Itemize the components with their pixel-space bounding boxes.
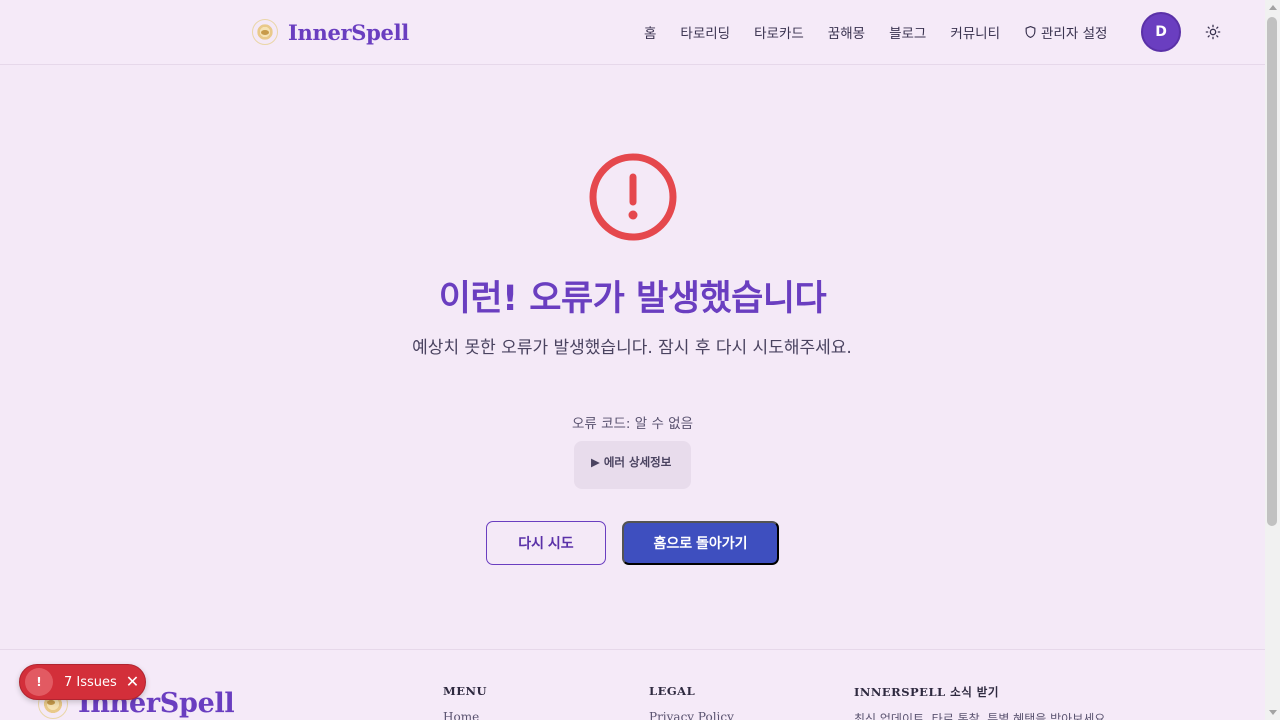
issues-badge[interactable]: ! 7 Issues ✕ <box>19 664 146 700</box>
page-scrollbar[interactable] <box>1265 0 1280 720</box>
nav-tarot-cards[interactable]: 타로카드 <box>754 22 804 42</box>
footer-menu-title: MENU <box>443 684 488 698</box>
nav-blog[interactable]: 블로그 <box>889 22 926 42</box>
footer-link-home[interactable]: Home <box>443 710 479 720</box>
error-code: 오류 코드: 알 수 없음 <box>571 416 694 432</box>
issues-count-label: 7 Issues <box>64 674 117 690</box>
nav-community[interactable]: 커뮤니티 <box>950 22 1000 42</box>
scroll-down-arrow-icon[interactable] <box>1269 710 1277 715</box>
go-home-button[interactable]: 홈으로 돌아가기 <box>622 521 779 565</box>
error-title: 이런! 오류가 발생했습니다 <box>438 279 827 319</box>
shield-icon <box>1025 25 1036 39</box>
main-nav: 홈 타로리딩 타로카드 꿈해몽 블로그 커뮤니티 관리자 설정 <box>632 0 1119 64</box>
scroll-up-arrow-icon[interactable] <box>1269 5 1277 10</box>
footer-legal-title: LEGAL <box>649 684 696 698</box>
nav-home[interactable]: 홈 <box>644 22 656 42</box>
nav-admin-settings[interactable]: 관리자 설정 <box>1024 22 1107 42</box>
nav-admin-settings-label: 관리자 설정 <box>1041 26 1108 42</box>
logo-link[interactable]: InnerSpell <box>252 17 409 47</box>
retry-button[interactable]: 다시 시도 <box>486 521 606 565</box>
issue-alert-icon: ! <box>25 668 53 696</box>
nav-tarot-reading[interactable]: 타로리딩 <box>680 22 730 42</box>
alert-circle-icon <box>588 152 678 242</box>
user-avatar[interactable]: D <box>1141 12 1181 52</box>
error-details-toggle[interactable]: ▶ 에러 상세정보 <box>574 441 691 489</box>
theme-toggle-button[interactable] <box>1203 22 1223 42</box>
nav-dream[interactable]: 꿈해몽 <box>828 22 865 42</box>
site-footer: InnerSpell MENU Home LEGAL Privacy Polic… <box>0 649 1265 720</box>
footer-newsletter-title: INNERSPELL 소식 받기 <box>854 685 999 699</box>
logo-eye-icon <box>252 19 278 45</box>
logo-text: InnerSpell <box>288 19 409 45</box>
footer-link-privacy[interactable]: Privacy Policy <box>649 710 734 720</box>
close-icon[interactable]: ✕ <box>126 674 139 690</box>
scroll-thumb[interactable] <box>1267 17 1277 526</box>
footer-newsletter-text: 최신 업데이트, 타로 통찰, 특별 혜택을 받아보세요 <box>854 712 1106 720</box>
error-description: 예상치 못한 오류가 발생했습니다. 잠시 후 다시 시도해주세요. <box>412 338 852 358</box>
site-header: InnerSpell 홈 타로리딩 타로카드 꿈해몽 블로그 커뮤니티 관리자 … <box>0 0 1265 65</box>
sun-icon <box>1205 24 1221 40</box>
